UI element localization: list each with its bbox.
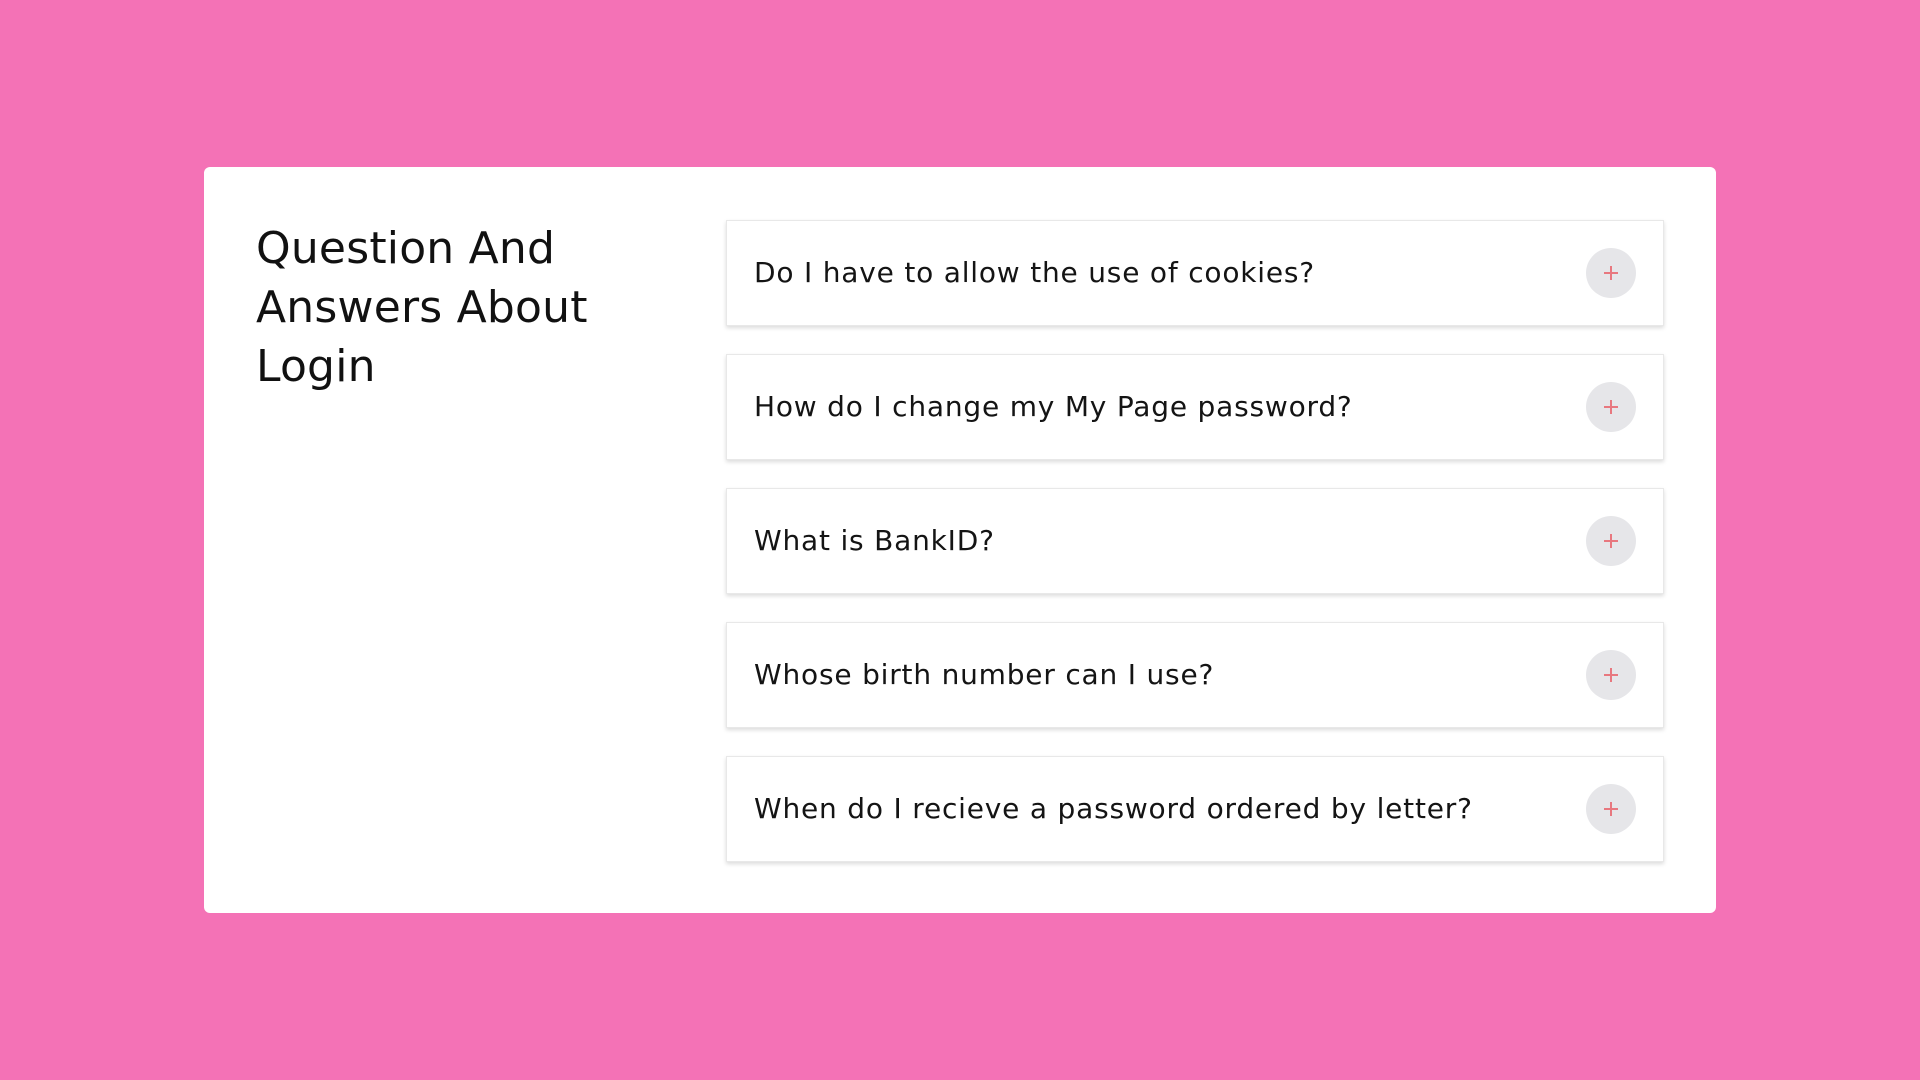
faq-item-password-letter[interactable]: When do I recieve a password ordered by … xyxy=(726,756,1664,862)
expand-button[interactable] xyxy=(1586,516,1636,566)
faq-question: What is BankID? xyxy=(754,524,995,557)
plus-icon xyxy=(1604,400,1618,414)
faq-item-birth-number[interactable]: Whose birth number can I use? xyxy=(726,622,1664,728)
plus-icon xyxy=(1604,668,1618,682)
expand-button[interactable] xyxy=(1586,650,1636,700)
faq-item-cookies[interactable]: Do I have to allow the use of cookies? xyxy=(726,220,1664,326)
faq-item-change-password[interactable]: How do I change my My Page password? xyxy=(726,354,1664,460)
faq-list: Do I have to allow the use of cookies? H… xyxy=(726,220,1664,862)
faq-question: How do I change my My Page password? xyxy=(754,390,1353,423)
plus-icon xyxy=(1604,802,1618,816)
faq-item-bankid[interactable]: What is BankID? xyxy=(726,488,1664,594)
plus-icon xyxy=(1604,266,1618,280)
faq-question: Do I have to allow the use of cookies? xyxy=(754,256,1315,289)
faq-question: Whose birth number can I use? xyxy=(754,658,1215,691)
page-title: Question And Answers About Login xyxy=(256,223,588,392)
expand-button[interactable] xyxy=(1586,248,1636,298)
faq-card: Question And Answers About Login Do I ha… xyxy=(204,167,1716,913)
expand-button[interactable] xyxy=(1586,784,1636,834)
faq-question: When do I recieve a password ordered by … xyxy=(754,792,1473,825)
expand-button[interactable] xyxy=(1586,382,1636,432)
plus-icon xyxy=(1604,534,1618,548)
